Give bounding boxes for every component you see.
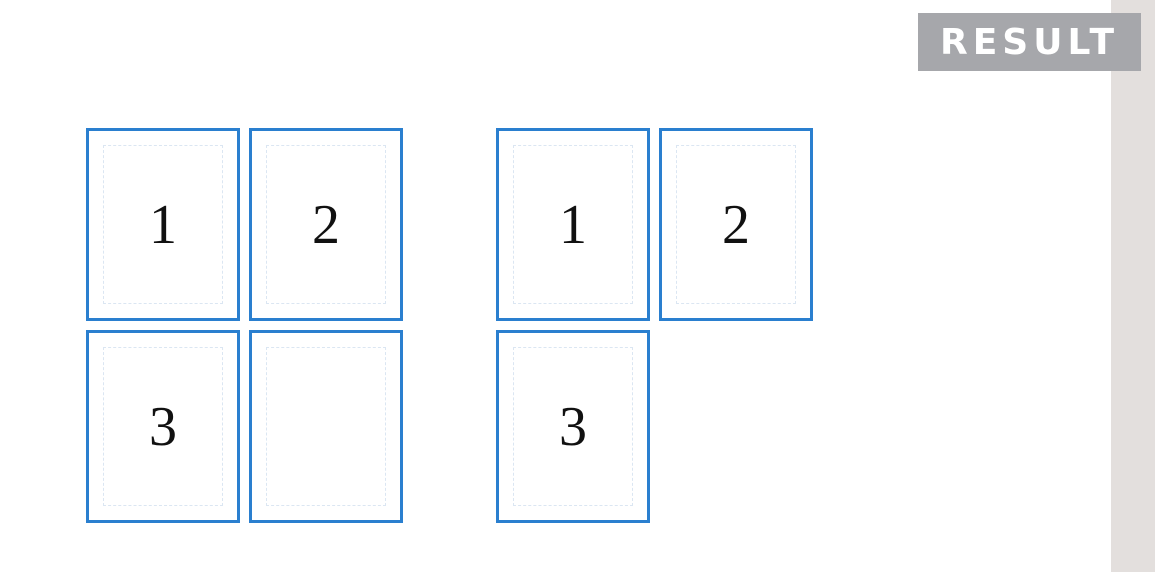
right-page-3: 3 <box>496 330 650 523</box>
right-page-1: 1 <box>496 128 650 321</box>
side-strip <box>1111 0 1155 572</box>
left-page-4-blank <box>249 330 403 523</box>
right-page-2: 2 <box>659 128 813 321</box>
left-page-1: 1 <box>86 128 240 321</box>
left-page-2: 2 <box>249 128 403 321</box>
result-badge: RESULT <box>918 13 1141 71</box>
left-page-3: 3 <box>86 330 240 523</box>
